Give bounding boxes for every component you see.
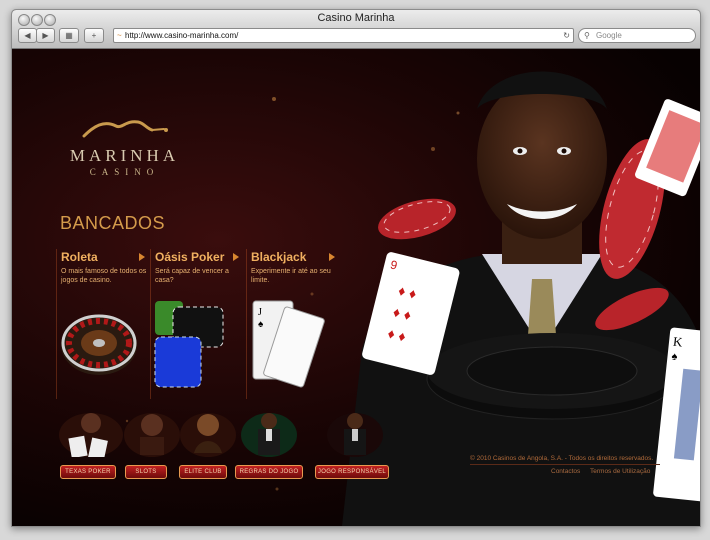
footer-copyright: © 2010 Casinos de Angola, S.A. - Todos o… xyxy=(470,455,654,462)
poker-chips-icon xyxy=(154,301,224,388)
footer-link-termos[interactable]: Termos de Utilização xyxy=(590,468,650,475)
playing-cards-icon: J ♠ xyxy=(252,300,325,388)
footer-link-contactos[interactable]: Contactos xyxy=(551,468,580,475)
forward-arrow-icon: ▶ xyxy=(42,31,49,40)
nav-elite-club[interactable]: ELITE CLUB xyxy=(179,465,227,479)
nav-regras-do-jogo[interactable]: REGRAS DO JOGO xyxy=(235,465,303,479)
game-card-roleta[interactable]: Roleta O mais famoso de todos os jogos d… xyxy=(56,249,149,399)
texas-poker-thumbnail xyxy=(59,413,123,461)
add-bookmark-button[interactable]: + xyxy=(84,28,104,43)
svg-text:J: J xyxy=(258,307,262,318)
casino-page: MARINHA CASINO BANCADOS Roleta O mais fa… xyxy=(12,49,700,526)
play-arrow-icon[interactable] xyxy=(329,253,335,261)
search-icon: ⚲ xyxy=(584,31,590,40)
roulette-wheel-icon xyxy=(61,314,137,375)
footer-divider xyxy=(470,464,660,465)
search-placeholder: Google xyxy=(596,31,622,40)
game-description: O mais famoso de todos os jogos de casin… xyxy=(61,268,147,284)
play-arrow-icon[interactable] xyxy=(139,253,145,261)
forward-button[interactable]: ▶ xyxy=(36,28,55,43)
back-arrow-icon: ◀ xyxy=(24,31,31,40)
game-title: Roleta xyxy=(61,250,98,264)
window-title: Casino Marinha xyxy=(317,12,395,24)
logo-wordmark: MARINHA xyxy=(69,146,180,165)
grid-icon: ▦ xyxy=(65,31,73,40)
game-description: Experimente ir até ao seu limite. xyxy=(251,268,331,284)
logo-subtitle: CASINO xyxy=(89,167,160,177)
nav-slots[interactable]: SLOTS xyxy=(125,465,167,479)
bookmarks-button[interactable]: ▦ xyxy=(59,28,79,43)
search-field[interactable]: ⚲ Google xyxy=(578,28,696,43)
rules-thumbnail xyxy=(241,413,297,457)
marinha-logo-icon xyxy=(82,120,168,138)
browser-toolbar: Casino Marinha ◀ ▶ ▦ + ~ http://www.casi… xyxy=(12,10,700,49)
nav-jogo-responsavel[interactable]: JOGO RESPONSÁVEL xyxy=(315,465,389,479)
game-card-blackjack[interactable]: Blackjack Experimente ir até ao seu limi… xyxy=(246,249,339,399)
responsible-gaming-thumbnail xyxy=(327,413,383,457)
game-title: Oásis Poker xyxy=(155,250,225,264)
plus-icon: + xyxy=(91,31,97,40)
address-text: http://www.casino-marinha.com/ xyxy=(125,31,239,40)
browser-window: Casino Marinha ◀ ▶ ▦ + ~ http://www.casi… xyxy=(11,9,701,527)
game-title: Blackjack xyxy=(251,250,307,264)
section-title: BANCADOS xyxy=(60,213,166,233)
game-description: Será capaz de vencer a casa? xyxy=(155,268,229,284)
reload-icon[interactable]: ↻ xyxy=(563,29,570,42)
svg-text:♠: ♠ xyxy=(258,319,264,330)
address-bar[interactable]: ~ http://www.casino-marinha.com/ ↻ xyxy=(113,28,574,43)
slots-thumbnail xyxy=(124,413,180,457)
site-favicon-icon: ~ xyxy=(117,31,122,40)
elite-club-thumbnail xyxy=(180,413,236,457)
play-arrow-icon[interactable] xyxy=(233,253,239,261)
back-button[interactable]: ◀ xyxy=(18,28,37,43)
nav-texas-poker[interactable]: TEXAS POKER xyxy=(60,465,116,479)
game-card-oasis-poker[interactable]: Oásis Poker Será capaz de vencer a casa? xyxy=(150,249,243,399)
